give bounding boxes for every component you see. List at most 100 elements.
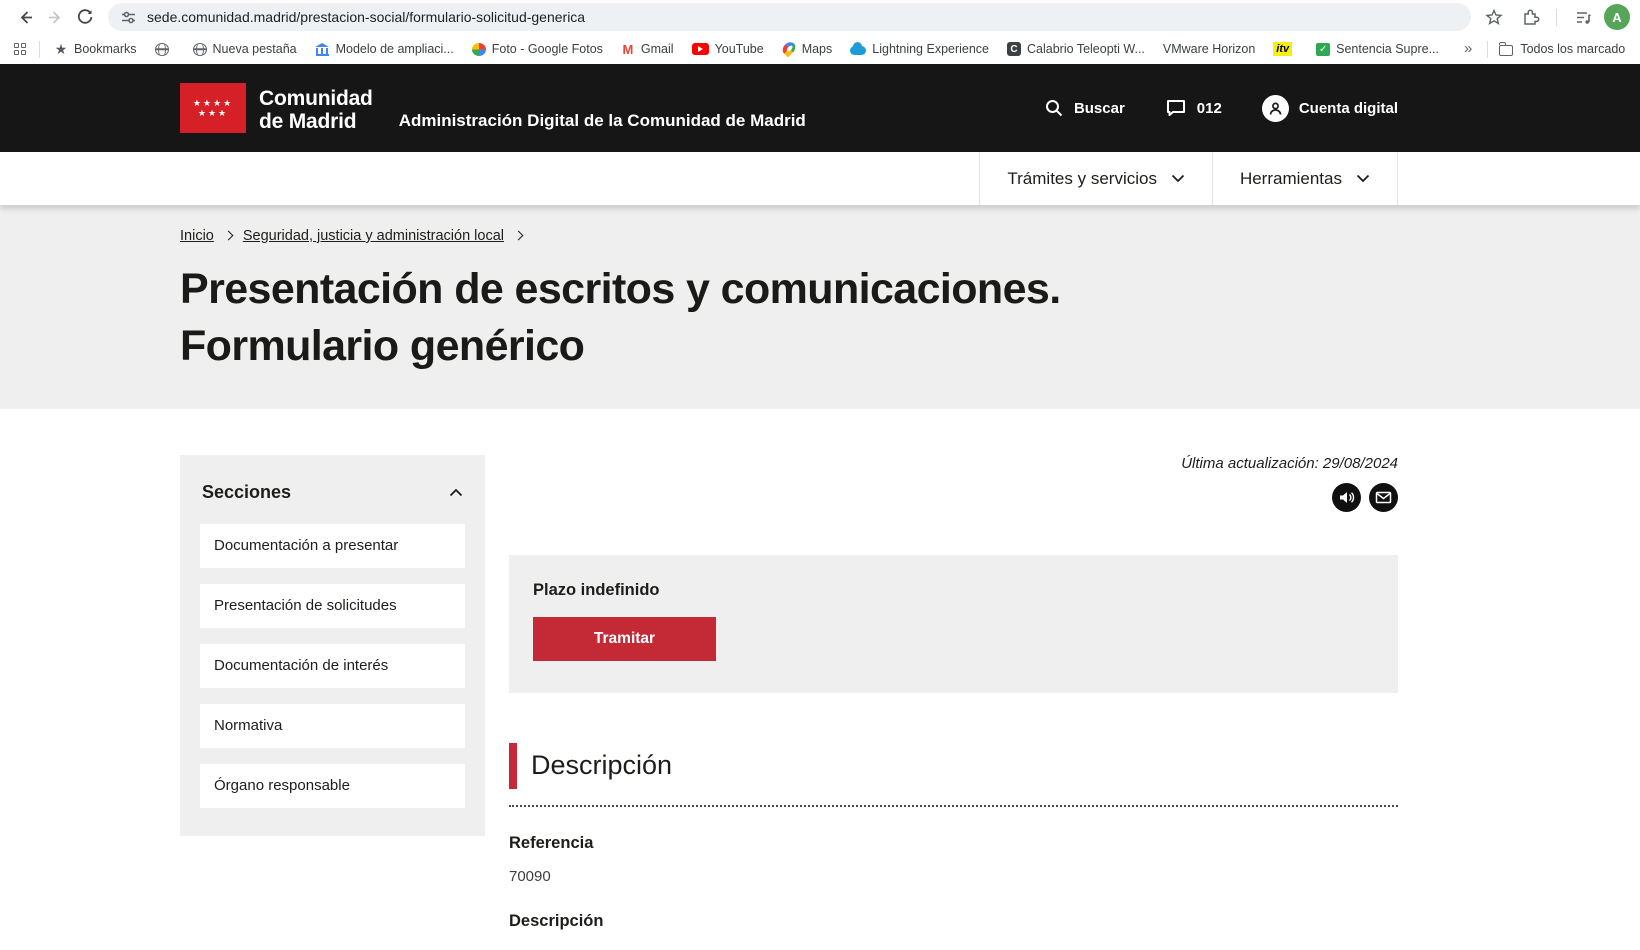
bookmark-item[interactable]: Nueva pestaña [184, 38, 306, 60]
envelope-icon [1375, 489, 1392, 506]
gmail-icon [621, 42, 635, 57]
comunidad-madrid-flag-icon [180, 83, 246, 133]
breadcrumb-link-inicio[interactable]: Inicio [180, 228, 214, 244]
breadcrumb-chevron-icon [223, 231, 233, 241]
bookmark-label: Modelo de ampliaci... [336, 42, 454, 56]
phone-012-button[interactable]: 012 [1165, 98, 1222, 118]
bookmark-label: Sentencia Supre... [1336, 42, 1439, 56]
bookmark-label: Bookmarks [74, 42, 137, 56]
bookmarks-divider [39, 41, 40, 58]
sections-list: Documentación a presentar Presentación d… [200, 524, 465, 808]
plazo-label: Plazo indefinido [533, 581, 1374, 600]
main-column: Última actualización: 29/08/2024 Plazo i… [509, 455, 1398, 931]
dotted-divider [509, 805, 1398, 807]
bookmark-label: YouTube [715, 42, 764, 56]
sections-header[interactable]: Secciones [200, 482, 465, 503]
sidebar-section-item[interactable]: Órgano responsable [200, 764, 465, 808]
browser-toolbar: sede.comunidad.madrid/prestacion-social/… [0, 0, 1640, 34]
site-header: Comunidad de Madrid Administración Digit… [0, 64, 1640, 152]
nav-menu-item[interactable]: Trámites y servicios [979, 152, 1212, 205]
youtube-icon [692, 43, 709, 55]
calabrio-icon [1007, 42, 1021, 56]
sidebar-section-item[interactable]: Presentación de solicitudes [200, 584, 465, 628]
sections-title: Secciones [202, 482, 291, 503]
back-icon[interactable] [10, 2, 40, 32]
apps-grid-icon[interactable] [14, 43, 26, 55]
green-check-icon [1316, 43, 1330, 56]
chevron-up-icon [449, 488, 463, 497]
bookmark-item[interactable]: Bookmarks [45, 38, 146, 60]
breadcrumb: Inicio Seguridad, justicia y administrac… [180, 228, 1398, 244]
all-bookmarks-label: Todos los marcado [1520, 42, 1625, 56]
speaker-icon [1338, 489, 1355, 506]
bookmark-item[interactable]: Calabrio Teleopti W... [998, 38, 1154, 60]
bookmark-label: Foto - Google Fotos [492, 42, 603, 56]
bookmark-item[interactable]: YouTube [683, 38, 773, 60]
forward-icon[interactable] [40, 2, 70, 32]
sidebar-section-item[interactable]: Documentación a presentar [200, 524, 465, 568]
section-title: Descripción [531, 750, 672, 781]
bookmarks-overflow-chevron[interactable]: » [1448, 40, 1482, 59]
page-title: Presentación de escritos y comunicacione… [180, 261, 1398, 375]
nav-menu-item[interactable]: Herramientas [1212, 152, 1398, 205]
brand-name: Comunidad de Madrid [259, 87, 373, 133]
tramitar-button[interactable]: Tramitar [533, 617, 716, 661]
bookmark-item[interactable]: Foto - Google Fotos [463, 38, 612, 60]
bookmarks-bar: Bookmarks Nueva pestaña Modelo de amplia… [0, 34, 1640, 64]
extensions-icon[interactable] [1515, 2, 1545, 32]
last-update-text: Última actualización: 29/08/2024 [509, 455, 1398, 472]
globe-icon [193, 43, 207, 56]
url-text: sede.comunidad.madrid/prestacion-social/… [147, 9, 585, 25]
bookmark-label: Nueva pestaña [213, 42, 297, 56]
globe-icon [155, 43, 169, 56]
nav-menu-label: Trámites y servicios [1007, 169, 1157, 189]
cuenta-digital-button[interactable]: Cuenta digital [1262, 95, 1398, 122]
itv-icon [1273, 42, 1292, 56]
bookmark-item[interactable]: Gmail [612, 38, 683, 61]
chevron-down-icon [1356, 174, 1370, 183]
bookmark-item[interactable]: Sentencia Supre... [1307, 38, 1448, 60]
google-photos-icon [472, 43, 486, 56]
breadcrumb-link-seguridad[interactable]: Seguridad, justicia y administración loc… [243, 228, 504, 244]
sidebar-section-item[interactable]: Documentación de interés [200, 644, 465, 688]
brand-logo[interactable]: Comunidad de Madrid Administración Digit… [180, 83, 806, 133]
referencia-label: Referencia [509, 834, 1398, 853]
site-info-icon[interactable] [120, 9, 137, 26]
bookmark-label: Maps [802, 42, 833, 56]
email-button[interactable] [1369, 483, 1398, 512]
profile-avatar[interactable]: A [1604, 4, 1630, 30]
bookmarks-divider-2 [1487, 41, 1488, 58]
bookmark-star-icon[interactable] [1479, 2, 1509, 32]
bookmark-item[interactable]: Modelo de ampliaci... [306, 38, 463, 60]
bookmark-item[interactable]: VMware Horizon [1154, 38, 1264, 60]
content-area: Secciones Documentación a presentar Pres… [0, 409, 1640, 931]
hero: Inicio Seguridad, justicia y administrac… [0, 205, 1640, 409]
folder-icon [1499, 45, 1513, 56]
chat-bubble-icon [1165, 98, 1187, 118]
search-icon [1044, 98, 1064, 118]
toolbar-divider [1556, 9, 1557, 26]
bookmark-item[interactable]: Maps [773, 38, 842, 60]
bookmark-label: Lightning Experience [872, 42, 989, 56]
bookmark-item[interactable] [146, 39, 184, 60]
bookmark-item[interactable]: Lightning Experience [841, 38, 998, 60]
listen-button[interactable] [1332, 483, 1361, 512]
nav-menu-label: Herramientas [1240, 169, 1342, 189]
bookmarks-list: Bookmarks Nueva pestaña Modelo de amplia… [45, 38, 1448, 61]
bookmark-label: Gmail [641, 42, 674, 56]
bank-icon [315, 43, 330, 56]
descripcion-section: Descripción Referencia 70090 Descripción [509, 743, 1398, 931]
section-accent-bar [509, 743, 517, 789]
google-maps-icon [780, 39, 798, 57]
bookmark-label: Calabrio Teleopti W... [1027, 42, 1145, 56]
search-button[interactable]: Buscar [1044, 98, 1125, 118]
bookmarks-star-icon [54, 42, 68, 56]
reload-icon[interactable] [70, 2, 100, 32]
person-icon [1262, 95, 1289, 122]
sidebar-section-item[interactable]: Normativa [200, 704, 465, 748]
media-controls-icon[interactable] [1568, 2, 1598, 32]
all-bookmarks-folder[interactable]: Todos los marcado [1493, 38, 1630, 60]
descripcion-label: Descripción [509, 912, 1398, 931]
url-bar[interactable]: sede.comunidad.madrid/prestacion-social/… [108, 3, 1471, 31]
bookmark-item[interactable] [1264, 38, 1307, 60]
